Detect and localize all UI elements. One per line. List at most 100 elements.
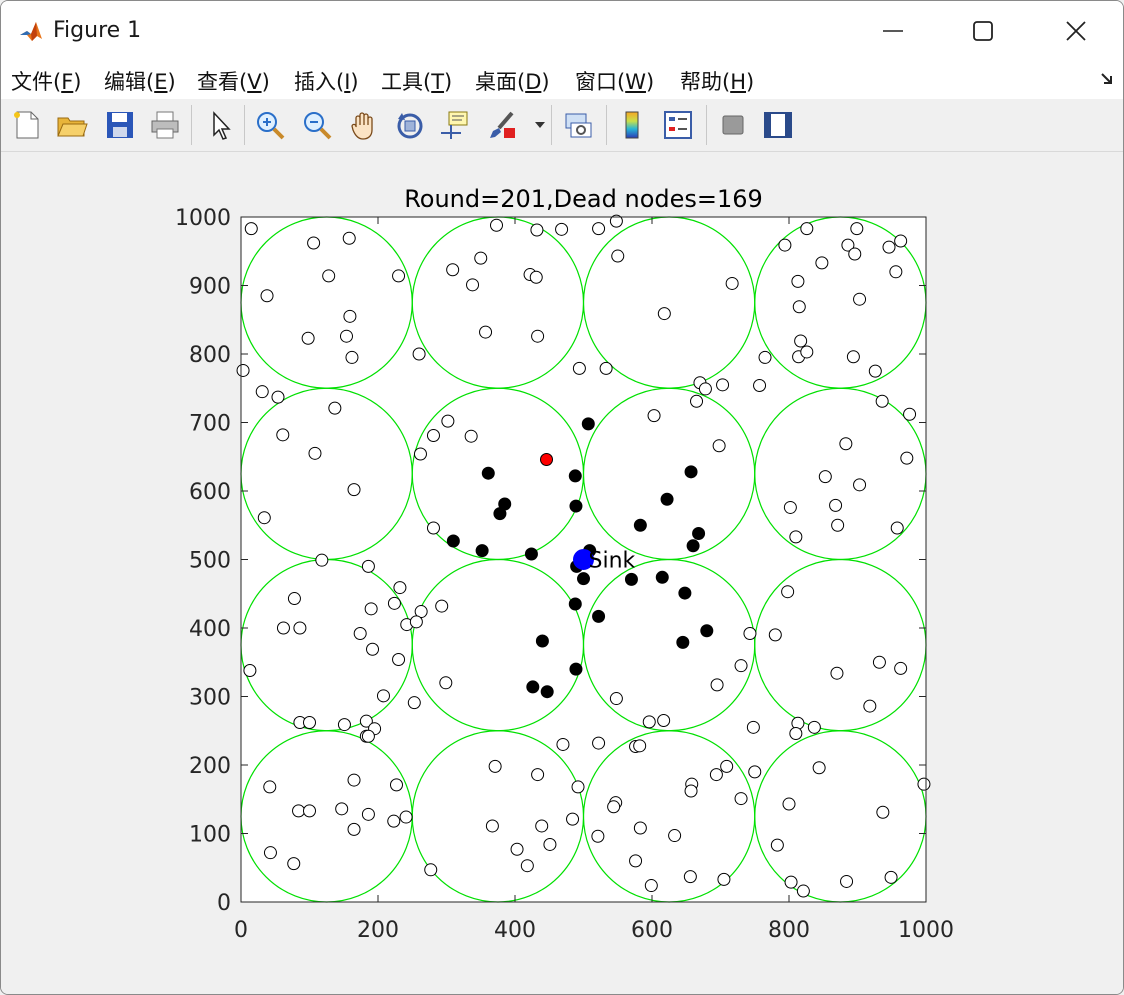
toolbar-separator xyxy=(551,105,552,145)
menu-help[interactable]: 帮助(H) xyxy=(680,66,754,96)
alive-node xyxy=(441,414,455,428)
maximize-icon xyxy=(973,21,993,41)
alive-node xyxy=(792,300,806,314)
minimize-button[interactable] xyxy=(846,1,940,61)
alive-node xyxy=(287,857,301,871)
cluster-member-node xyxy=(660,492,674,506)
alive-node xyxy=(490,218,504,232)
window-title: Figure 1 xyxy=(53,18,142,43)
menu-window[interactable]: 窗口(W) xyxy=(575,66,654,96)
alive-node xyxy=(830,666,844,680)
zoom-out-icon[interactable] xyxy=(301,109,333,141)
alive-node xyxy=(884,870,898,884)
print-icon[interactable] xyxy=(149,109,181,141)
alive-node xyxy=(328,401,342,415)
alive-node xyxy=(413,447,427,461)
menu-tools[interactable]: 工具(T) xyxy=(381,66,452,96)
alive-node xyxy=(875,394,889,408)
close-button[interactable] xyxy=(1029,1,1123,61)
cluster-member-node xyxy=(678,586,692,600)
alive-node xyxy=(263,780,277,794)
maximize-button[interactable] xyxy=(936,1,1030,61)
alive-node xyxy=(611,249,625,263)
alive-node xyxy=(488,759,502,773)
menu-desktop[interactable]: 桌面(D) xyxy=(475,66,550,96)
data-cursor-icon[interactable] xyxy=(439,109,471,141)
alive-node xyxy=(307,236,321,250)
alive-node xyxy=(770,838,784,852)
alive-node xyxy=(466,278,480,292)
alive-node xyxy=(800,222,814,236)
cluster-member-node xyxy=(524,547,538,561)
pointer-icon[interactable] xyxy=(204,109,236,141)
save-icon[interactable] xyxy=(104,109,136,141)
alive-node xyxy=(276,428,290,442)
alive-node xyxy=(894,234,908,248)
open-file-icon[interactable] xyxy=(56,109,88,141)
alive-node xyxy=(889,265,903,279)
alive-node xyxy=(853,292,867,306)
sink-label: Sink xyxy=(589,549,636,574)
show-plot-tools-icon[interactable] xyxy=(762,109,794,141)
alive-node xyxy=(485,819,499,833)
brush-icon[interactable] xyxy=(487,109,519,141)
alive-node xyxy=(712,439,726,453)
alive-node xyxy=(743,626,757,640)
alive-node xyxy=(347,822,361,836)
alive-node xyxy=(347,773,361,787)
alive-node xyxy=(393,581,407,595)
alive-node xyxy=(812,761,826,775)
cluster-member-node xyxy=(624,572,638,586)
title-bar[interactable]: Figure 1 xyxy=(1,1,1123,61)
alive-node xyxy=(647,409,661,423)
menu-file[interactable]: 文件(F) xyxy=(11,66,82,96)
alive-node xyxy=(530,223,544,237)
zoom-in-icon[interactable] xyxy=(254,109,286,141)
alive-node xyxy=(566,812,580,826)
scatter-plot[interactable]: Sink 0 200 400 600 800 1000 0 100 200 300 400 500 60… xyxy=(1,152,1123,994)
link-plot-icon[interactable] xyxy=(562,109,594,141)
alive-node xyxy=(464,429,478,443)
alive-node xyxy=(717,872,731,886)
menu-edit[interactable]: 编辑(E) xyxy=(104,66,176,96)
alive-node xyxy=(361,559,375,573)
cluster-member-node xyxy=(540,685,554,699)
alive-node xyxy=(782,797,796,811)
toolbar-separator xyxy=(606,105,607,145)
alive-node xyxy=(710,678,724,692)
colorbar-icon[interactable] xyxy=(616,109,648,141)
alive-node xyxy=(236,363,250,377)
alive-node xyxy=(308,446,322,460)
alive-node xyxy=(831,518,845,532)
alive-node xyxy=(446,263,460,277)
alive-node xyxy=(789,530,803,544)
x-tick-label: 1000 xyxy=(898,918,954,943)
pan-hand-icon[interactable] xyxy=(348,109,380,141)
y-tick-label: 0 xyxy=(217,891,231,916)
menu-view[interactable]: 查看(V) xyxy=(197,66,270,96)
alive-node xyxy=(303,716,316,730)
cluster-member-node xyxy=(577,572,590,586)
alive-node xyxy=(572,361,586,375)
menu-insert[interactable]: 插入(I) xyxy=(294,66,359,96)
y-tick-label: 1000 xyxy=(175,206,231,231)
alive-node xyxy=(753,379,767,393)
cluster-member-node xyxy=(535,634,549,648)
dock-arrow-icon[interactable] xyxy=(1099,71,1115,87)
figure-canvas[interactable]: Sink 0 200 400 600 800 1000 0 100 200 300 400 500 60… xyxy=(1,152,1123,994)
alive-node xyxy=(781,585,795,599)
alive-node xyxy=(255,385,269,399)
rotate-3d-icon[interactable] xyxy=(394,109,426,141)
alive-node xyxy=(361,729,375,743)
alive-node xyxy=(876,805,890,819)
hide-plot-tools-icon[interactable] xyxy=(717,109,749,141)
alive-node xyxy=(364,602,378,616)
new-figure-icon[interactable] xyxy=(11,109,43,141)
y-tick-label: 100 xyxy=(189,823,231,848)
legend-icon[interactable] xyxy=(662,109,694,141)
cluster-member-node xyxy=(526,680,540,694)
y-tick-label: 600 xyxy=(189,480,231,505)
alive-node xyxy=(863,699,877,713)
alive-node xyxy=(260,289,274,303)
chevron-down-icon[interactable] xyxy=(534,119,546,131)
